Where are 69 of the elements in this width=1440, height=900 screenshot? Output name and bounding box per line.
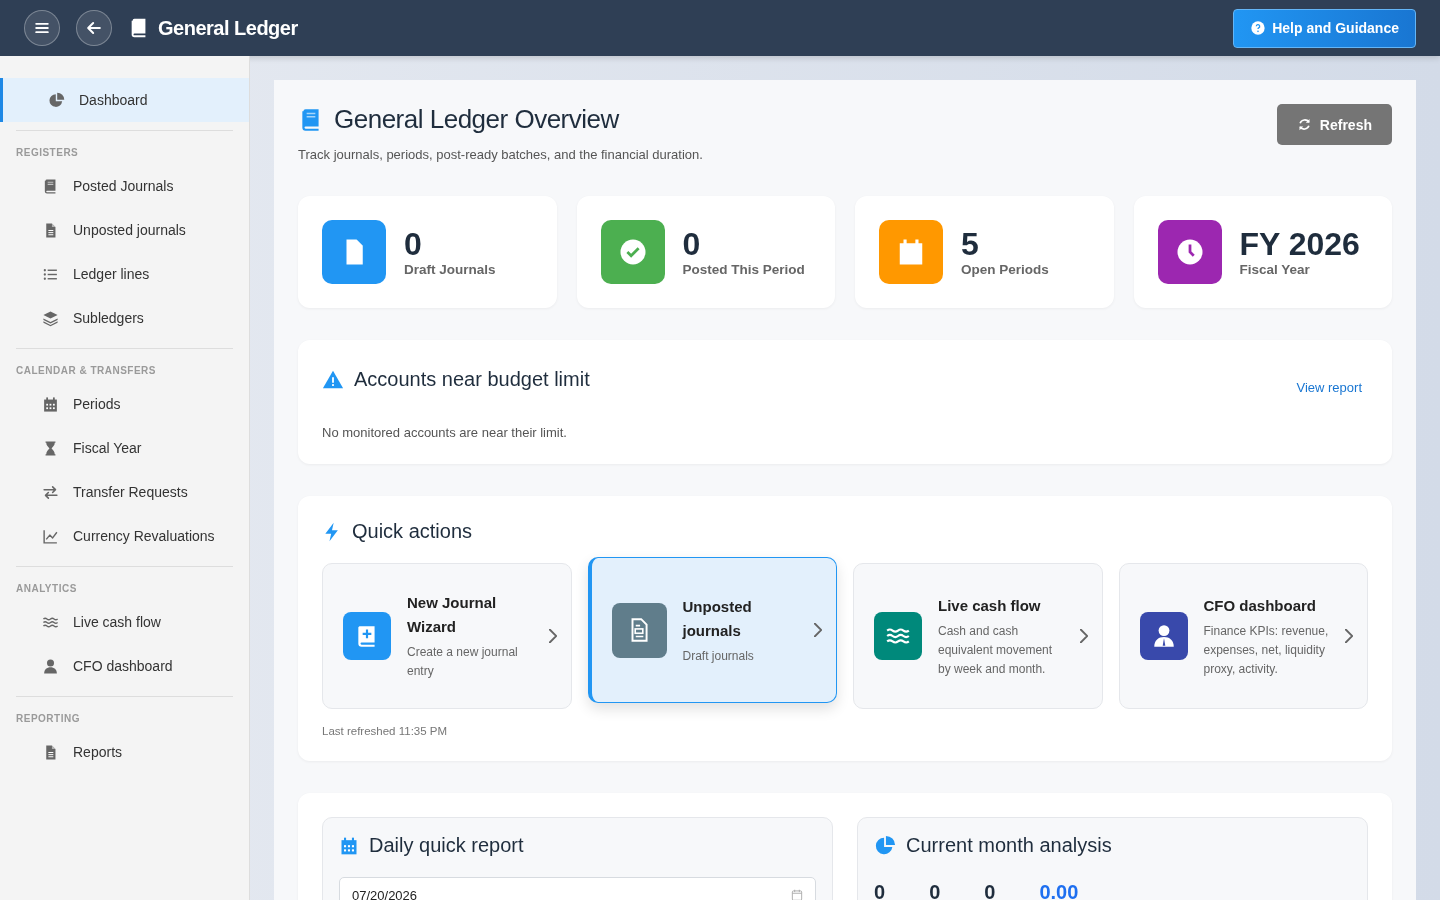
empty-message: No monitored accounts are near their limit. xyxy=(322,425,568,440)
quick-action-card[interactable]: CFO dashboard Finance KPIs: revenue, expenses, net, liquidity proxy, activity. xyxy=(1118,563,1368,709)
calendar-icon xyxy=(790,888,804,900)
quick-action-card[interactable]: New Journal Wizard Create a new journal entry xyxy=(322,563,572,709)
stat-label: Open Periods xyxy=(961,262,1049,278)
stat-label: Fiscal Year xyxy=(1239,262,1311,278)
sidebar-item[interactable]: Reports xyxy=(16,730,233,774)
action-description: Draft journals xyxy=(682,647,755,665)
action-title: CFO dashboard xyxy=(1203,595,1317,616)
figure-value: 0 xyxy=(874,881,886,900)
action-description: Finance KPIs: revenue, expenses, net, liquidity proxy, activity. xyxy=(1203,622,1329,678)
calendar-icon xyxy=(42,395,59,413)
page-subtitle: Track journals, periods, post-ready batches, and the financial duration. xyxy=(298,147,703,162)
card-title: Current month analysis xyxy=(906,834,1112,857)
section-heading: ANALYTICS xyxy=(16,582,78,596)
sidebar-item[interactable]: Subledgers xyxy=(16,296,233,340)
chevron-icon xyxy=(1079,629,1088,643)
date-field[interactable]: 07/20/2026 xyxy=(339,877,816,900)
action-title: New Journal Wizard xyxy=(407,593,498,637)
action-title: Unposted journals xyxy=(682,596,753,641)
sidebar-item[interactable]: Transfer Requests xyxy=(16,470,233,514)
pie-chart-icon xyxy=(48,91,65,109)
sidebar-item[interactable]: Periods xyxy=(16,382,233,426)
card-title: Daily quick report xyxy=(369,834,524,857)
pie-chart-icon xyxy=(874,834,896,857)
sidebar-item[interactable]: Unposted journals xyxy=(16,208,233,252)
menu-button[interactable] xyxy=(24,10,60,46)
sidebar-item[interactable]: Live cash flow xyxy=(16,600,233,644)
page-title: General Ledger Overview xyxy=(334,104,619,135)
app-title: General Ledger xyxy=(158,16,298,40)
help-button[interactable]: Help and Guidance xyxy=(1233,8,1416,48)
stat-label: Posted This Period xyxy=(682,262,805,278)
stat-label: Draft Journals xyxy=(404,262,496,278)
sidebar-item[interactable]: Currency Revaluations xyxy=(16,514,233,558)
stat-value: 5 xyxy=(961,226,980,263)
sidebar-item[interactable]: Dashboard xyxy=(0,78,249,122)
sidebar-item[interactable]: CFO dashboard xyxy=(16,644,233,688)
refresh-icon xyxy=(1296,117,1312,132)
card-title: Accounts near budget limit xyxy=(354,368,590,391)
layers-icon xyxy=(42,309,59,327)
chevron-icon xyxy=(548,629,557,643)
figure-value: 0 xyxy=(929,881,941,900)
chevron-icon xyxy=(814,623,822,637)
action-title: Live cash flow xyxy=(938,595,1042,616)
back-button[interactable] xyxy=(76,10,112,46)
sidebar-item[interactable]: Ledger lines xyxy=(16,252,233,296)
stat-value: 0 xyxy=(682,226,702,263)
section-heading: REGISTERS xyxy=(16,146,80,160)
stat-value: FY 2026 xyxy=(1239,226,1360,263)
action-description: Create a new journal entry xyxy=(407,644,519,680)
sidebar-item[interactable]: Fiscal Year xyxy=(16,426,233,470)
action-description: Cash and cash equivalent movement by week and month. xyxy=(938,622,1054,678)
chevron-icon xyxy=(1345,629,1353,643)
figure-value: 0.00 xyxy=(1039,881,1079,900)
last-refreshed-text: Last refreshed 11:35 PM xyxy=(322,725,449,737)
section-heading: CALENDAR & TRANSFERS xyxy=(16,364,157,378)
stat-value: 0 xyxy=(404,226,423,263)
figure-value: 0 xyxy=(984,881,996,900)
person-icon xyxy=(42,657,59,675)
line-chart-icon xyxy=(42,527,59,545)
transfer-arrows-icon xyxy=(42,483,59,501)
help-icon xyxy=(1250,20,1267,36)
sidebar-item[interactable]: Posted Journals xyxy=(16,164,233,208)
section-heading: REPORTING xyxy=(16,712,81,726)
refresh-button[interactable]: Refresh xyxy=(1276,104,1392,145)
quick-action-card[interactable]: Unposted journals Draft journals xyxy=(587,557,837,703)
view-report-link[interactable]: View report xyxy=(1296,380,1362,395)
card-title: Quick actions xyxy=(352,520,473,543)
quick-action-card[interactable]: Live cash flow Cash and cash equivalent movement by week and month. xyxy=(853,563,1103,709)
